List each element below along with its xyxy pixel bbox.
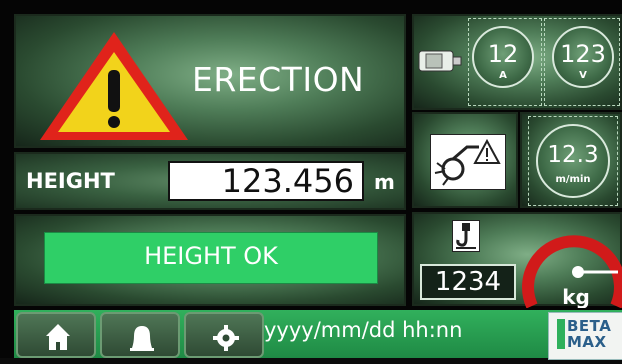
voltage-unit: V (579, 70, 587, 81)
tool-panel (412, 112, 518, 208)
datetime-display: yyyy/mm/dd hh:nn (264, 318, 463, 342)
load-unit: kg (562, 285, 590, 308)
mode-label: ERECTION (192, 60, 365, 99)
bottom-bar: yyyy/mm/dd hh:nn BETA MAX (14, 310, 622, 360)
height-ok-text: HEIGHT OK (144, 242, 278, 270)
speed-panel: 12.3 m/min (520, 112, 622, 208)
hook-icon (452, 220, 480, 252)
hoist-warning-icon (434, 138, 501, 186)
bell-icon (130, 326, 154, 351)
status-panel: HEIGHT OK (14, 214, 406, 306)
speed-gauge: 12.3 m/min (536, 124, 610, 198)
warning-icon (40, 32, 188, 140)
current-value: 12 (487, 40, 519, 68)
home-button[interactable] (16, 312, 96, 358)
load-panel: 1234 kg (412, 212, 622, 308)
mode-panel: ERECTION (14, 14, 406, 148)
current-gauge: 12 A (472, 26, 534, 88)
betamax-logo: BETA MAX (548, 312, 622, 360)
home-icon (46, 324, 70, 350)
motor-icon (418, 50, 462, 72)
voltage-gauge: 123 V (552, 26, 614, 88)
load-value: 1234 (420, 264, 516, 300)
settings-button[interactable] (184, 312, 264, 358)
current-unit: A (499, 70, 507, 81)
motor-panel: 12 A 123 V (412, 14, 622, 110)
height-ok-indicator: HEIGHT OK (44, 232, 378, 284)
height-value: 123.456 (168, 161, 364, 201)
speed-unit: m/min (555, 174, 591, 185)
load-gauge: kg (522, 235, 622, 308)
height-label: HEIGHT (26, 169, 115, 193)
voltage-value: 123 (560, 40, 606, 68)
speed-value: 12.3 (547, 142, 599, 168)
brake-warning-icon[interactable] (430, 134, 506, 190)
hmi-screen: ERECTION HEIGHT 123.456 m HEIGHT OK 12 A… (0, 0, 622, 360)
alarm-button[interactable] (100, 312, 180, 358)
height-panel: HEIGHT 123.456 m (14, 152, 406, 210)
gear-icon (213, 325, 239, 351)
logo-mark (557, 319, 565, 349)
height-unit: m (374, 170, 395, 194)
logo-line2: MAX (567, 333, 607, 351)
